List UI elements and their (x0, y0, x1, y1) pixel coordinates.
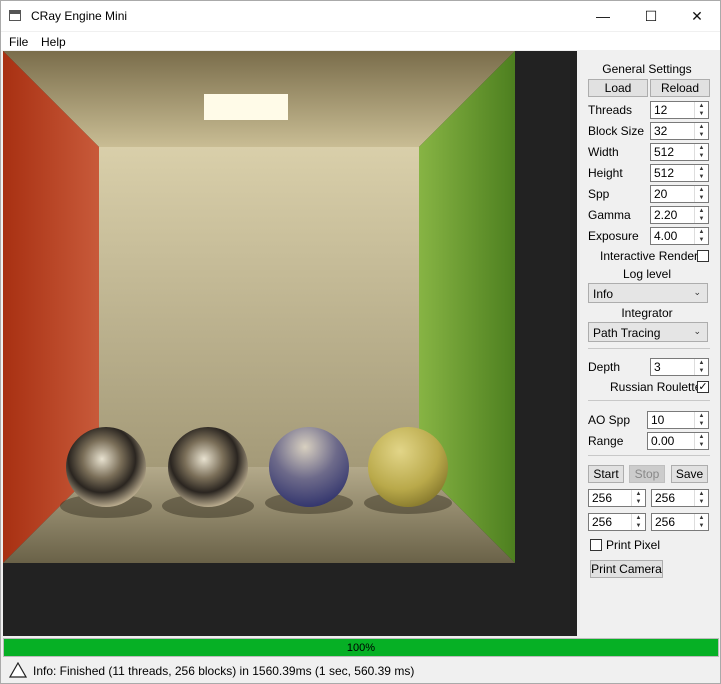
log-level-select[interactable]: Info ⌄ (588, 283, 708, 303)
separator (588, 455, 710, 456)
spin-arrows-icon[interactable]: ▲ ▼ (631, 490, 645, 506)
spin-arrows-icon[interactable]: ▲ ▼ (694, 359, 708, 375)
render-progress-bar: 100% (3, 638, 719, 657)
region-h-spinbox[interactable]: 256 ▲ ▼ (651, 513, 709, 531)
cornell-box-render (3, 51, 515, 563)
interactive-render-label: Interactive Render (600, 249, 699, 263)
progress-label: 100% (346, 642, 376, 654)
spin-arrows-icon[interactable]: ▲ ▼ (694, 102, 708, 118)
block-size-label: Block Size (588, 124, 645, 138)
spp-spinbox[interactable]: 20 ▲ ▼ (650, 185, 709, 203)
menu-help[interactable]: Help (41, 35, 66, 49)
integrator-select[interactable]: Path Tracing ⌄ (588, 322, 708, 342)
spin-arrows-icon[interactable]: ▲ ▼ (631, 514, 645, 530)
app-window: CRay Engine Mini — ☐ ✕ File Help General… (0, 0, 721, 684)
log-level-label: Log level (622, 267, 672, 281)
print-pixel-label: Print Pixel (606, 538, 661, 552)
interactive-render-checkbox[interactable] (697, 250, 709, 262)
block-size-spinbox[interactable]: 32 ▲ ▼ (650, 122, 709, 140)
spin-arrows-icon[interactable]: ▲ ▼ (694, 207, 708, 223)
exposure-spinbox[interactable]: 4.00 ▲ ▼ (650, 227, 709, 245)
spin-arrows-icon[interactable]: ▲ ▼ (694, 228, 708, 244)
height-label: Height (588, 166, 623, 180)
width-label: Width (588, 145, 619, 159)
separator (588, 348, 710, 349)
status-message: Info: Finished (11 threads, 256 blocks) … (33, 664, 415, 678)
mirror-sphere-right (168, 427, 248, 507)
gamma-spinbox[interactable]: 2.20 ▲ ▼ (650, 206, 709, 224)
threads-label: Threads (588, 103, 633, 117)
yellow-sphere (368, 427, 448, 507)
maximize-icon[interactable]: ☐ (628, 1, 674, 31)
stop-button[interactable]: Stop (629, 465, 665, 483)
menu-file[interactable]: File (9, 35, 28, 49)
height-spinbox[interactable]: 512 ▲ ▼ (650, 164, 709, 182)
window-title: CRay Engine Mini (31, 9, 128, 23)
region-w-spinbox[interactable]: 256 ▲ ▼ (588, 513, 646, 531)
status-bar: Info: Finished (11 threads, 256 blocks) … (1, 658, 720, 683)
spin-arrows-icon[interactable]: ▲ ▼ (694, 514, 708, 530)
spin-arrows-icon[interactable]: ▲ ▼ (694, 490, 708, 506)
title-bar[interactable]: CRay Engine Mini — ☐ ✕ (1, 1, 720, 31)
minimize-icon[interactable]: — (580, 1, 626, 31)
mirror-sphere-left (66, 427, 146, 507)
render-viewport[interactable] (3, 51, 577, 636)
range-spinbox[interactable]: 0.00 ▲ ▼ (647, 432, 709, 450)
load-button[interactable]: Load (588, 79, 648, 97)
spin-arrows-icon[interactable]: ▲ ▼ (694, 186, 708, 202)
exposure-label: Exposure (588, 229, 639, 243)
back-wall (99, 147, 419, 467)
spin-arrows-icon[interactable]: ▲ ▼ (694, 412, 708, 428)
ao-spp-label: AO Spp (588, 413, 631, 427)
spp-label: Spp (588, 187, 610, 201)
gamma-label: Gamma (588, 208, 631, 222)
chevron-down-icon: ⌄ (693, 287, 701, 297)
reload-button[interactable]: Reload (650, 79, 710, 97)
integrator-label: Integrator (621, 306, 673, 320)
separator (588, 400, 710, 401)
blue-sphere (269, 427, 349, 507)
depth-label: Depth (588, 360, 621, 374)
spin-arrows-icon[interactable]: ▲ ▼ (694, 433, 708, 449)
region-y-spinbox[interactable]: 256 ▲ ▼ (651, 489, 709, 507)
print-camera-button[interactable]: Print Camera (590, 560, 663, 578)
menu-bar: File Help (1, 32, 720, 50)
spin-arrows-icon[interactable]: ▲ ▼ (694, 123, 708, 139)
print-pixel-checkbox[interactable] (590, 539, 602, 551)
threads-spinbox[interactable]: 12 ▲ ▼ (650, 101, 709, 119)
region-x-spinbox[interactable]: 256 ▲ ▼ (588, 489, 646, 507)
warning-triangle-icon (9, 662, 27, 678)
spin-arrows-icon[interactable]: ▲ ▼ (694, 144, 708, 160)
render-image[interactable] (3, 51, 515, 563)
spin-arrows-icon[interactable]: ▲ ▼ (694, 165, 708, 181)
close-icon[interactable]: ✕ (674, 1, 720, 31)
width-spinbox[interactable]: 512 ▲ ▼ (650, 143, 709, 161)
ceiling-light (204, 94, 288, 120)
russian-roulette-label: Russian Roulette (610, 380, 702, 394)
save-button[interactable]: Save (671, 465, 708, 483)
ao-spp-spinbox[interactable]: 10 ▲ ▼ (647, 411, 709, 429)
russian-roulette-checkbox[interactable]: ✓ (697, 381, 709, 393)
start-button[interactable]: Start (588, 465, 624, 483)
app-icon (9, 10, 21, 21)
general-settings-title: General Settings (602, 62, 692, 76)
range-label: Range (588, 434, 624, 448)
depth-spinbox[interactable]: 3 ▲ ▼ (650, 358, 709, 376)
chevron-down-icon: ⌄ (693, 326, 701, 336)
